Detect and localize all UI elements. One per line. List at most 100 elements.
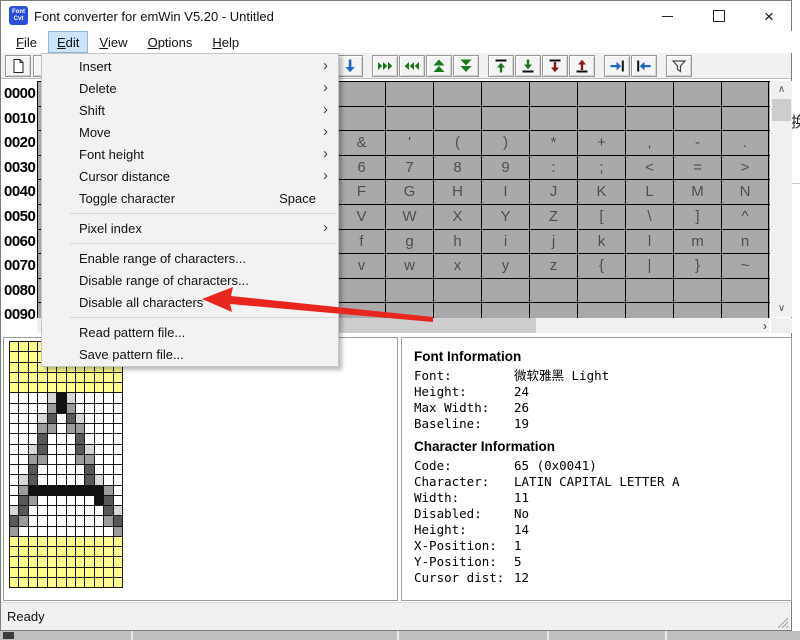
pixel-cell[interactable] — [19, 424, 27, 433]
pixel-cell[interactable] — [76, 578, 84, 587]
pixel-cell[interactable] — [114, 445, 122, 454]
menu-item-enable-range-of-characters[interactable]: Enable range of characters... — [42, 247, 338, 269]
pixel-cell[interactable] — [104, 373, 112, 382]
charmap-cell[interactable]: [ — [577, 205, 625, 229]
charmap-cell[interactable] — [385, 303, 433, 318]
menu-item-insert[interactable]: Insert› — [42, 55, 338, 77]
pixel-cell[interactable] — [29, 506, 37, 515]
pixel-cell[interactable] — [19, 373, 27, 382]
vertical-scrollbar-thumb[interactable] — [772, 99, 791, 121]
charmap-cell[interactable] — [577, 82, 625, 106]
pixel-cell[interactable] — [114, 537, 122, 546]
pixel-cell[interactable] — [85, 404, 93, 413]
pixel-cell[interactable] — [104, 506, 112, 515]
pixel-cell[interactable] — [29, 424, 37, 433]
insert-row-top-button[interactable] — [542, 55, 568, 77]
charmap-cell[interactable] — [481, 279, 529, 303]
charmap-cell[interactable]: 7 — [385, 156, 433, 180]
menu-item-shift[interactable]: Shift› — [42, 99, 338, 121]
pixel-cell[interactable] — [19, 352, 27, 361]
pixel-cell[interactable] — [95, 516, 103, 525]
pixel-cell[interactable] — [19, 465, 27, 474]
pixel-cell[interactable] — [57, 496, 65, 505]
charmap-cell[interactable]: n — [721, 230, 769, 254]
pixel-cell[interactable] — [76, 404, 84, 413]
pixel-cell[interactable] — [29, 557, 37, 566]
shift-left-button[interactable] — [631, 55, 657, 77]
pixel-cell[interactable] — [48, 445, 56, 454]
pixel-cell[interactable] — [19, 342, 27, 351]
pixel-cell[interactable] — [57, 455, 65, 464]
pixel-cell[interactable] — [114, 568, 122, 577]
charmap-cell[interactable] — [385, 279, 433, 303]
pixel-cell[interactable] — [57, 506, 65, 515]
pixel-cell[interactable] — [114, 465, 122, 474]
pixel-cell[interactable] — [95, 506, 103, 515]
pixel-cell[interactable] — [76, 373, 84, 382]
pixel-cell[interactable] — [10, 465, 18, 474]
pixel-cell[interactable] — [114, 547, 122, 556]
pixel-cell[interactable] — [19, 496, 27, 505]
pixel-cell[interactable] — [104, 516, 112, 525]
pixel-cell[interactable] — [104, 445, 112, 454]
pixel-cell[interactable] — [38, 547, 46, 556]
pixel-cell[interactable] — [67, 568, 75, 577]
charmap-cell[interactable]: , — [625, 131, 673, 155]
pixel-cell[interactable] — [76, 414, 84, 423]
charmap-cell[interactable]: H — [433, 180, 481, 204]
pixel-cell[interactable] — [29, 352, 37, 361]
pixel-cell[interactable] — [10, 373, 18, 382]
taskbar-strip[interactable] — [0, 631, 800, 640]
pixel-cell[interactable] — [10, 486, 18, 495]
pixel-cell[interactable] — [10, 455, 18, 464]
pixel-cell[interactable] — [10, 363, 18, 372]
pixel-cell[interactable] — [10, 393, 18, 402]
pixel-cell[interactable] — [29, 486, 37, 495]
resize-grip[interactable] — [775, 615, 789, 629]
pixel-cell[interactable] — [104, 393, 112, 402]
pixel-cell[interactable] — [19, 414, 27, 423]
pixel-cell[interactable] — [95, 578, 103, 587]
close-button[interactable]: × — [751, 1, 787, 31]
menu-item-move[interactable]: Move› — [42, 121, 338, 143]
pixel-cell[interactable] — [104, 434, 112, 443]
pixel-cell[interactable] — [29, 434, 37, 443]
pixel-cell[interactable] — [38, 475, 46, 484]
arrow-down-button[interactable] — [337, 55, 363, 77]
pixel-cell[interactable] — [29, 404, 37, 413]
pixel-cell[interactable] — [38, 455, 46, 464]
charmap-cell[interactable] — [481, 303, 529, 318]
pixel-cell[interactable] — [95, 547, 103, 556]
pixel-cell[interactable] — [67, 445, 75, 454]
charmap-cell[interactable] — [721, 279, 769, 303]
pixel-cell[interactable] — [57, 486, 65, 495]
charmap-cell[interactable] — [337, 303, 385, 318]
charmap-cell[interactable]: l — [625, 230, 673, 254]
charmap-cell[interactable] — [433, 82, 481, 106]
charmap-cell[interactable] — [433, 107, 481, 131]
pixel-cell[interactable] — [104, 414, 112, 423]
pixel-cell[interactable] — [48, 537, 56, 546]
pixel-cell[interactable] — [85, 568, 93, 577]
pixel-cell[interactable] — [95, 404, 103, 413]
pixel-cell[interactable] — [29, 496, 37, 505]
pixel-cell[interactable] — [67, 547, 75, 556]
charmap-cell[interactable] — [337, 107, 385, 131]
pixel-cell[interactable] — [29, 342, 37, 351]
pixel-cell[interactable] — [57, 475, 65, 484]
pixel-cell[interactable] — [10, 434, 18, 443]
pixel-cell[interactable] — [67, 516, 75, 525]
charmap-cell[interactable] — [721, 107, 769, 131]
pixel-cell[interactable] — [114, 393, 122, 402]
pixel-cell[interactable] — [38, 373, 46, 382]
pixel-cell[interactable] — [114, 486, 122, 495]
pixel-cell[interactable] — [67, 527, 75, 536]
menu-item-disable-all-characters[interactable]: Disable all characters — [42, 291, 338, 313]
pixel-cell[interactable] — [67, 537, 75, 546]
charmap-cell[interactable]: W — [385, 205, 433, 229]
charmap-cell[interactable] — [673, 279, 721, 303]
charmap-cell[interactable]: I — [481, 180, 529, 204]
charmap-cell[interactable]: j — [529, 230, 577, 254]
pixel-cell[interactable] — [29, 445, 37, 454]
pixel-cell[interactable] — [38, 578, 46, 587]
